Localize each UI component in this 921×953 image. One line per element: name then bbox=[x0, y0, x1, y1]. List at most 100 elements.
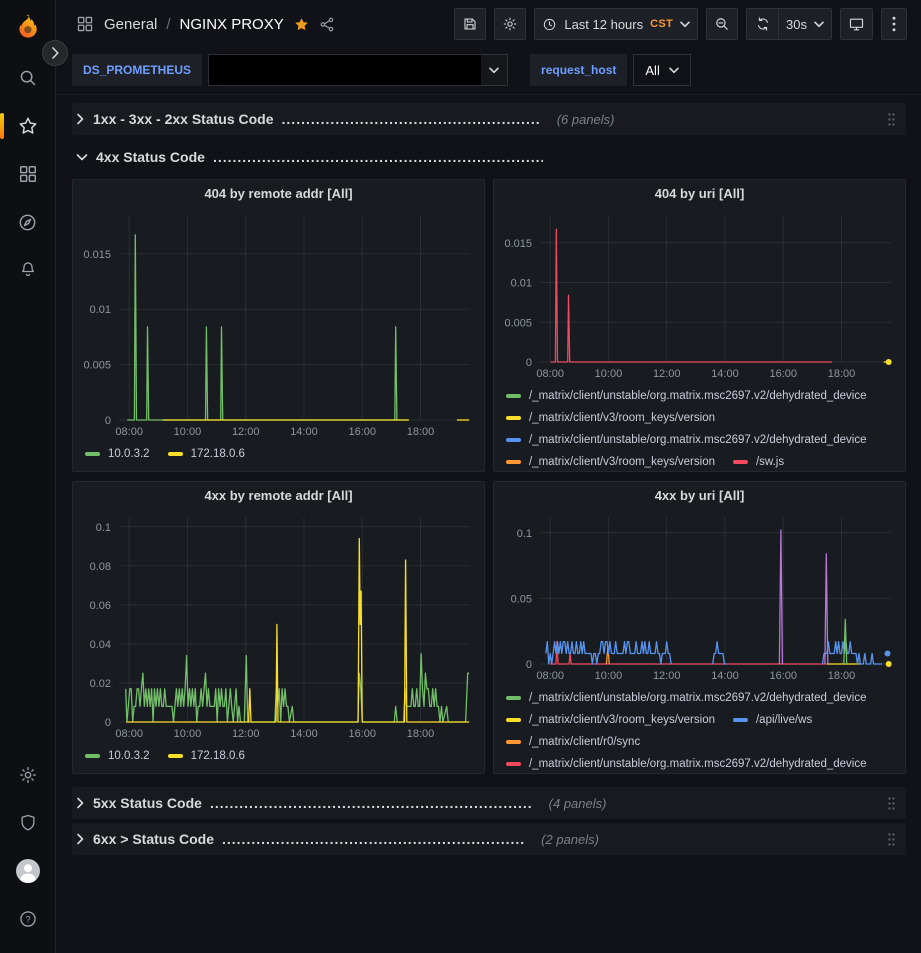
time-range-picker[interactable]: Last 12 hours CST bbox=[534, 8, 698, 40]
svg-text:0.1: 0.1 bbox=[96, 522, 111, 534]
legend-item[interactable]: /_matrix/client/unstable/org.matrix.msc2… bbox=[506, 386, 867, 405]
kebab-menu-icon bbox=[892, 16, 896, 32]
sidebar-item-configuration[interactable] bbox=[8, 755, 48, 795]
time-series-chart[interactable]: 08:0010:0012:0014:0016:0018:0000.0050.01… bbox=[494, 207, 905, 383]
refresh-interval-picker[interactable]: 30s bbox=[778, 8, 832, 40]
breadcrumb-separator: / bbox=[166, 16, 170, 33]
legend-series-label: /_matrix/client/unstable/org.matrix.msc2… bbox=[529, 390, 867, 402]
legend-series-swatch bbox=[506, 696, 521, 700]
legend-series-label: 10.0.3.2 bbox=[108, 448, 150, 460]
sidebar-nav-top bbox=[8, 58, 48, 290]
legend-series-swatch bbox=[506, 438, 521, 442]
row-title: 5xx Status Code bbox=[93, 795, 202, 811]
legend-series-swatch bbox=[506, 762, 521, 766]
row-drag-handle-icon[interactable] bbox=[883, 796, 900, 811]
favorite-star-icon[interactable] bbox=[293, 16, 310, 33]
legend-series-swatch bbox=[733, 718, 748, 722]
breadcrumb-folder[interactable]: General bbox=[104, 16, 157, 33]
svg-text:18:00: 18:00 bbox=[828, 670, 856, 682]
dashboards-grid-icon bbox=[18, 164, 38, 184]
breadcrumb-dashboard-title[interactable]: NGINX PROXY bbox=[180, 16, 284, 33]
variable-value-ds-prometheus[interactable] bbox=[208, 54, 508, 86]
legend-series-swatch bbox=[733, 460, 748, 464]
panel-legend: 10.0.3.2 172.18.0.6 bbox=[73, 743, 484, 773]
time-series-chart[interactable]: 08:0010:0012:0014:0016:0018:0000.0050.01… bbox=[73, 207, 484, 441]
variable-value-request-host[interactable]: All bbox=[633, 54, 690, 86]
sidebar-item-starred[interactable] bbox=[8, 106, 48, 146]
svg-text:14:00: 14:00 bbox=[290, 426, 318, 438]
legend-item[interactable]: 172.18.0.6 bbox=[168, 746, 245, 765]
sidebar-item-explore[interactable] bbox=[8, 202, 48, 242]
row-6xx-status-code[interactable]: 6xx > Status Code ......................… bbox=[72, 823, 906, 855]
legend-series-label: /_matrix/client/unstable/org.matrix.msc2… bbox=[529, 758, 867, 770]
legend-item[interactable]: /_matrix/client/v3/room_keys/version bbox=[506, 710, 715, 729]
refresh-button[interactable] bbox=[746, 8, 778, 40]
sidebar-item-search[interactable] bbox=[8, 58, 48, 98]
svg-text:14:00: 14:00 bbox=[711, 670, 739, 682]
sidebar-item-alerting[interactable] bbox=[8, 250, 48, 290]
panel-title[interactable]: 4xx by remote addr [All] bbox=[73, 482, 484, 509]
zoom-out-time-button[interactable] bbox=[706, 8, 738, 40]
legend-item[interactable]: /_matrix/client/v3/room_keys/version bbox=[506, 452, 715, 471]
panel-4xx-by-remote-addr: 4xx by remote addr [All] 08:0010:0012:00… bbox=[72, 481, 485, 774]
legend-item[interactable]: /_matrix/client/unstable/org.matrix.msc2… bbox=[506, 430, 867, 449]
panel-title[interactable]: 404 by remote addr [All] bbox=[73, 180, 484, 207]
time-series-chart[interactable]: 08:0010:0012:0014:0016:0018:0000.050.1 bbox=[494, 509, 905, 685]
chevron-right-icon bbox=[76, 833, 85, 845]
row-5xx-status-code[interactable]: 5xx Status Code ........................… bbox=[72, 787, 906, 819]
user-avatar[interactable] bbox=[8, 851, 48, 891]
gear-icon bbox=[18, 765, 38, 785]
gear-icon bbox=[502, 16, 518, 32]
share-icon[interactable] bbox=[319, 16, 336, 33]
legend-item[interactable]: /_matrix/client/unstable/org.matrix.msc2… bbox=[506, 688, 867, 707]
grafana-logo[interactable] bbox=[11, 10, 45, 44]
refresh-icon bbox=[755, 16, 771, 32]
row-drag-handle-icon[interactable] bbox=[883, 832, 900, 847]
legend-series-swatch bbox=[85, 754, 100, 758]
legend-item[interactable]: 172.18.0.6 bbox=[168, 444, 245, 463]
svg-text:12:00: 12:00 bbox=[232, 728, 260, 740]
row-panel-count: (2 panels) bbox=[541, 832, 599, 847]
shield-icon bbox=[18, 813, 38, 833]
legend-item[interactable]: 10.0.3.2 bbox=[85, 746, 150, 765]
panel-title[interactable]: 4xx by uri [All] bbox=[494, 482, 905, 509]
more-options-button[interactable] bbox=[881, 8, 907, 40]
save-dashboard-button[interactable] bbox=[454, 8, 486, 40]
toolbar: Last 12 hours CST bbox=[454, 8, 907, 40]
svg-text:0: 0 bbox=[105, 717, 111, 729]
legend-series-label: /_matrix/client/v3/room_keys/version bbox=[529, 412, 715, 424]
dashboard-settings-button[interactable] bbox=[494, 8, 526, 40]
row-title-dots: ........................................… bbox=[222, 831, 525, 847]
time-series-chart[interactable]: 08:0010:0012:0014:0016:0018:0000.020.040… bbox=[73, 509, 484, 743]
sidebar-item-server-admin[interactable] bbox=[8, 803, 48, 843]
panel-title[interactable]: 404 by uri [All] bbox=[494, 180, 905, 207]
legend-item[interactable]: /_matrix/client/v3/room_keys/version bbox=[506, 408, 715, 427]
zoom-out-icon bbox=[714, 16, 730, 32]
legend-item[interactable]: /_matrix/client/r0/sync bbox=[506, 732, 640, 751]
avatar-icon bbox=[15, 858, 41, 884]
row-1xx-3xx-2xx-status-code[interactable]: 1xx - 3xx - 2xx Status Code ............… bbox=[72, 103, 906, 135]
monitor-icon bbox=[848, 16, 865, 33]
legend-series-swatch bbox=[506, 718, 521, 722]
row-4xx-status-code[interactable]: 4xx Status Code ........................… bbox=[72, 141, 906, 173]
panel-404-by-uri: 404 by uri [All] 08:0010:0012:0014:0016:… bbox=[493, 179, 906, 472]
legend-item[interactable]: /api/live/ws bbox=[733, 710, 812, 729]
chevron-right-icon bbox=[76, 113, 85, 125]
variable-label-request-host: request_host bbox=[530, 54, 627, 86]
cycle-view-mode-button[interactable] bbox=[840, 8, 873, 40]
chevron-right-icon bbox=[51, 47, 60, 59]
sidebar-item-help[interactable]: ? bbox=[8, 899, 48, 939]
legend-item[interactable]: /_matrix/client/unstable/org.matrix.msc2… bbox=[506, 754, 867, 773]
legend-item[interactable]: 10.0.3.2 bbox=[85, 444, 150, 463]
legend-series-label: /_matrix/client/v3/room_keys/version bbox=[529, 714, 715, 726]
sidebar-item-dashboards[interactable] bbox=[8, 154, 48, 194]
svg-text:0.02: 0.02 bbox=[90, 678, 111, 690]
legend-series-swatch bbox=[168, 754, 183, 758]
legend-item[interactable]: /sw.js bbox=[733, 452, 784, 471]
panels-grid: 404 by remote addr [All] 08:0010:0012:00… bbox=[72, 179, 906, 774]
row-drag-handle-icon[interactable] bbox=[883, 112, 900, 127]
svg-text:12:00: 12:00 bbox=[653, 368, 681, 380]
legend-series-label: /sw.js bbox=[756, 456, 784, 468]
svg-text:12:00: 12:00 bbox=[232, 426, 260, 438]
variable-selected-value: All bbox=[645, 63, 659, 78]
